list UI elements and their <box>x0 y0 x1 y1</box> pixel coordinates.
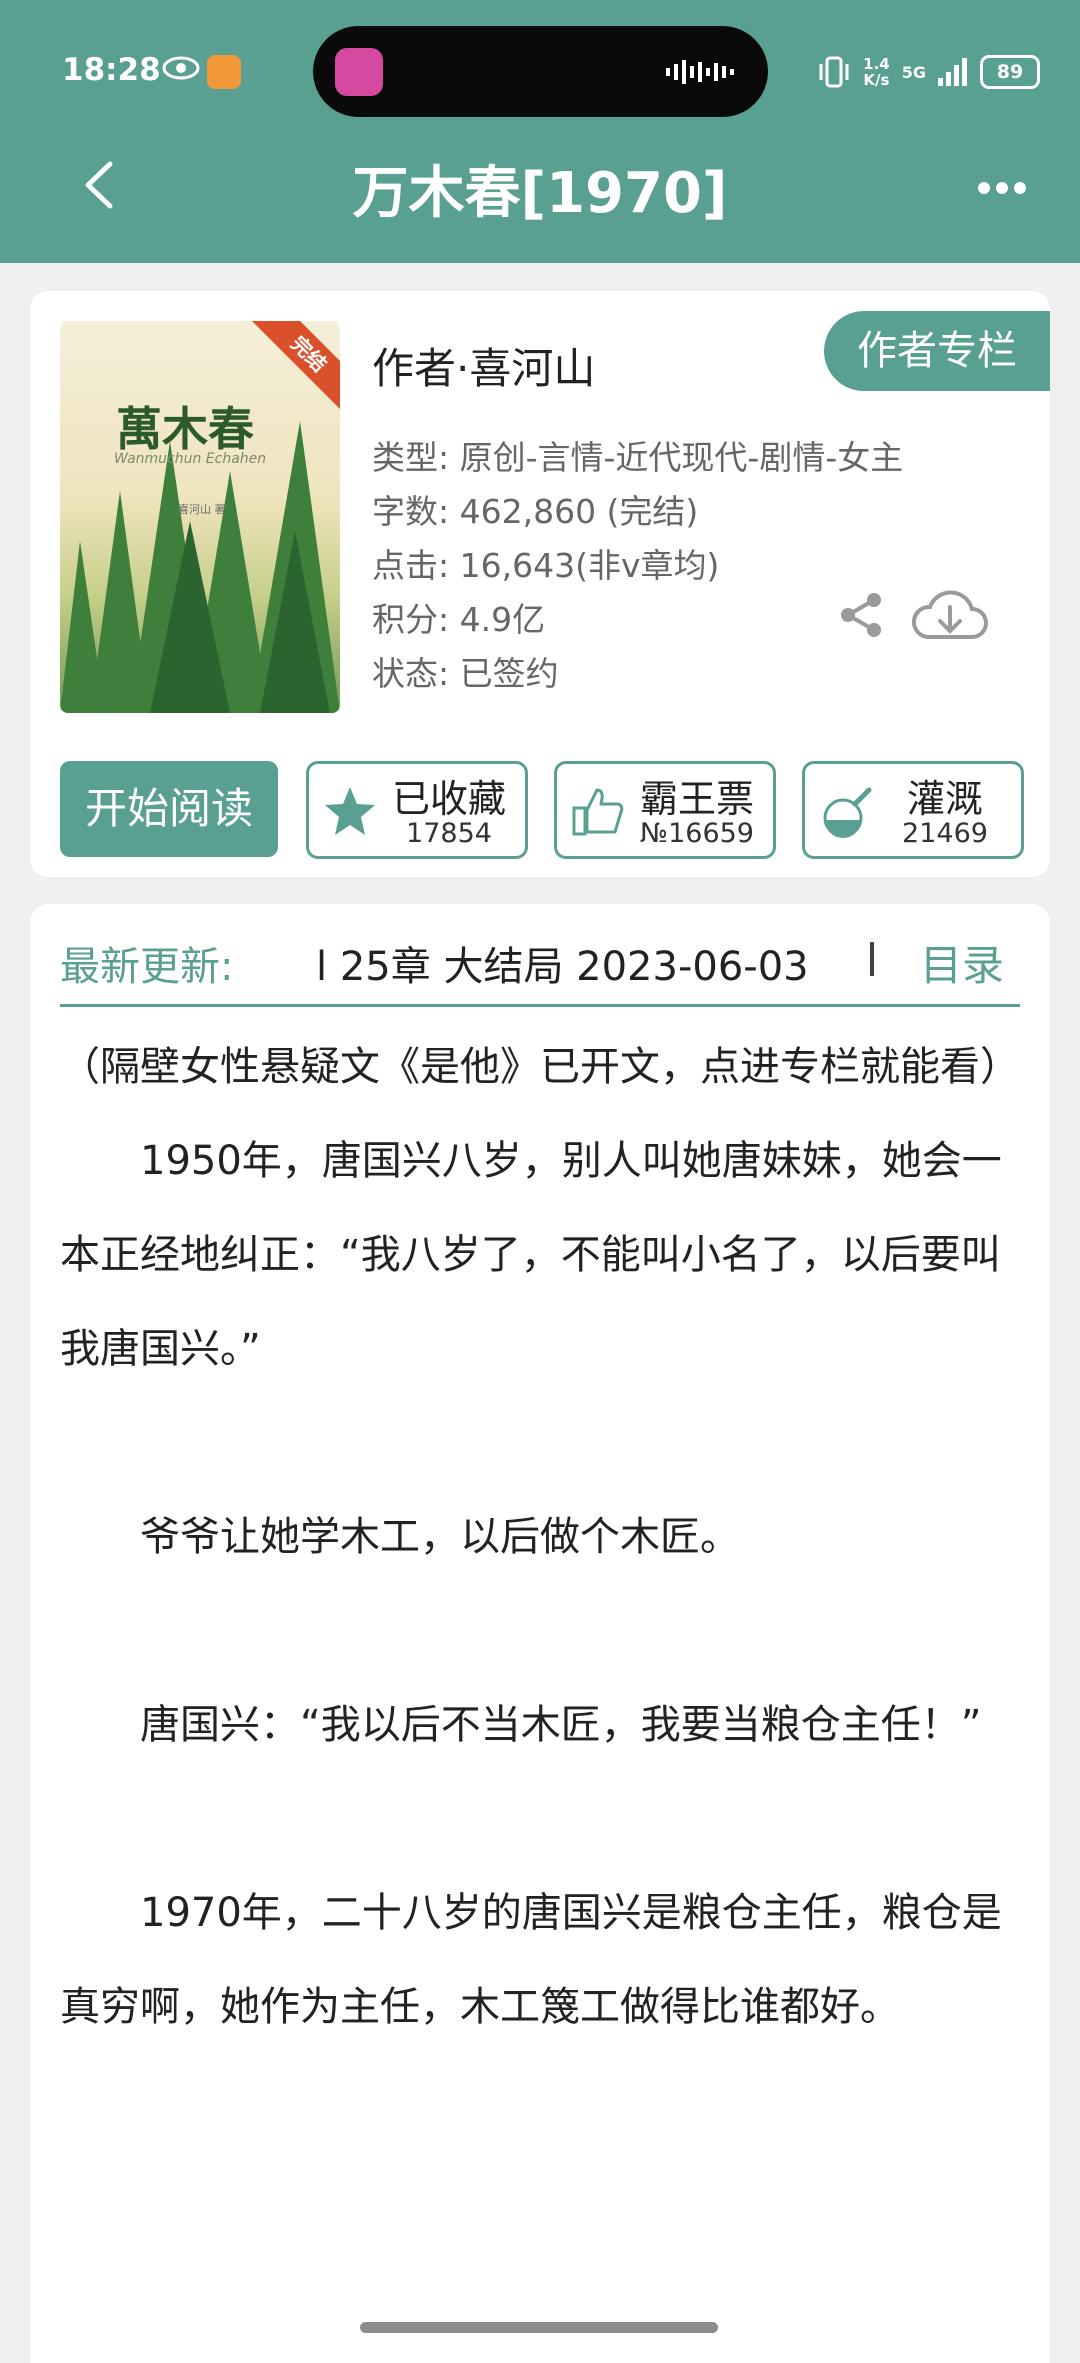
author-name[interactable]: 作者·喜河山 <box>372 335 595 396</box>
cover-subtitle: Wanmuchun Echahen <box>114 451 267 467</box>
more-button[interactable] <box>976 168 1028 208</box>
synopsis-paragraph: （隔壁女性悬疑文《是他》已开文，点进专栏就能看） <box>60 1044 1020 1090</box>
start-reading-button[interactable]: 开始阅读 <box>60 761 278 857</box>
synopsis-paragraph: 1950年，唐国兴八岁，别人叫她唐妹妹，她会一本正经地纠正：“我八岁了，不能叫小… <box>60 1138 1002 1372</box>
thumbs-up-icon <box>572 788 624 836</box>
cover-author: 喜河山 著 <box>178 503 226 516</box>
favorite-button[interactable]: 已收藏 17854 <box>306 761 528 859</box>
flask-icon <box>823 787 872 838</box>
battery-indicator: 89 <box>980 55 1040 89</box>
cover-title: 萬木春 <box>116 402 254 456</box>
status-right-group: 1.4 K/s 5G 89 <box>817 52 1040 92</box>
signal-icon <box>938 58 967 86</box>
book-info-card: 萬木春 Wanmuchun Echahen 喜河山 著 完结 作者·喜河山 作者… <box>30 291 1050 877</box>
network-speed: 1.4 K/s <box>863 55 890 89</box>
book-type: 类型: 原创-言情-近代现代-剧情-女主 <box>372 438 904 477</box>
book-word-count: 字数: 462,860 (完结) <box>372 492 699 531</box>
book-synopsis: （隔壁女性悬疑文《是他》已开文，点进专栏就能看） 1950年，唐国兴八岁，别人叫… <box>60 1020 1020 2054</box>
page-title: 万木春[1970] <box>352 161 728 226</box>
synopsis-blank-line <box>60 1396 1020 1490</box>
synopsis-blank-line <box>60 1584 1020 1678</box>
synopsis-paragraph: 唐国兴：“我以后不当木匠，我要当粮仓主任！” <box>60 1702 982 1748</box>
share-icon[interactable] <box>838 591 886 639</box>
home-indicator[interactable] <box>360 2322 718 2333</box>
book-cover[interactable]: 萬木春 Wanmuchun Echahen 喜河山 著 完结 <box>60 321 340 713</box>
ticket-label: 霸王票 <box>639 777 754 821</box>
cover-forest-image <box>60 421 340 713</box>
download-cloud-icon[interactable] <box>910 585 990 647</box>
synopsis-blank-line <box>60 1772 1020 1866</box>
island-app-icon <box>335 48 383 96</box>
author-column-button[interactable]: 作者专栏 <box>824 311 1050 391</box>
latest-update-label: 最新更新: <box>60 944 234 990</box>
book-status: 状态: 已签约 <box>372 654 559 693</box>
notification-app-icon <box>207 55 241 89</box>
book-score: 积分: 4.9亿 <box>372 600 546 639</box>
nutrient-count: 21469 <box>902 818 988 849</box>
nutrient-button[interactable]: 灌溉 21469 <box>802 761 1024 859</box>
app-header: 18:28 1.4 K/s 5G 89 万木春[1970] <box>0 0 1080 263</box>
synopsis-paragraph: 1970年，二十八岁的唐国兴是粮仓主任，粮仓是真穷啊，她作为主任，木工篾工做得比… <box>60 1890 1002 2030</box>
favorite-label: 已收藏 <box>391 777 506 821</box>
latest-update-text[interactable]: l 25章 大结局 2023-06-03 <box>316 934 876 992</box>
status-time: 18:28 <box>62 52 161 88</box>
content-card: 最新更新: l 25章 大结局 2023-06-03 目录 （隔壁女性悬疑文《是… <box>30 904 1050 2363</box>
table-of-contents-link[interactable]: 目录 <box>920 932 1004 993</box>
book-clicks: 点击: 16,643(非v章均) <box>372 546 720 585</box>
section-divider <box>60 1004 1020 1007</box>
favorite-count: 17854 <box>406 818 492 849</box>
update-divider <box>870 942 874 976</box>
star-icon <box>325 787 375 835</box>
audio-wave-icon <box>666 60 734 84</box>
vibrate-icon <box>819 56 849 88</box>
dynamic-island[interactable] <box>313 26 768 117</box>
ticket-button[interactable]: 霸王票 №16659 <box>554 761 776 859</box>
eye-icon <box>162 56 200 80</box>
synopsis-paragraph: 爷爷让她学木工，以后做个木匠。 <box>60 1514 740 1560</box>
ticket-count: №16659 <box>640 818 754 849</box>
network-type: 5G <box>901 62 926 82</box>
nutrient-label: 灌溉 <box>906 777 983 821</box>
